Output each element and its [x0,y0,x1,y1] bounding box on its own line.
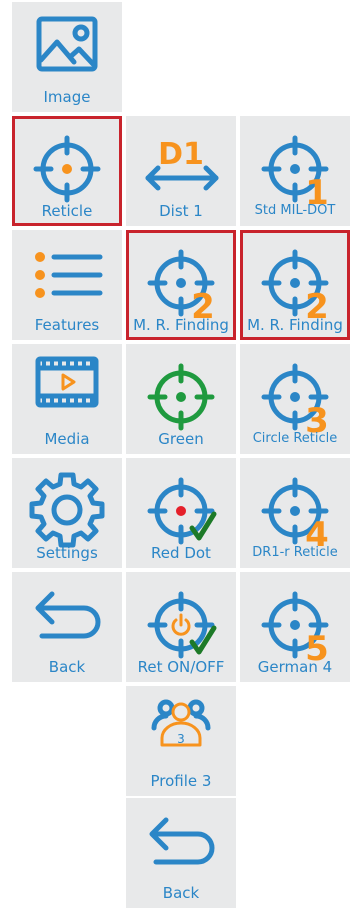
menu-item-label: Features [34,316,100,334]
menu-item-dr1r-reticle[interactable]: 4 DR1-r Reticle [240,458,350,568]
menu-item-image[interactable]: Image [12,2,122,112]
menu-item-settings[interactable]: Settings [12,458,122,568]
menu-item-label: Settings [36,544,98,562]
menu-item-features[interactable]: Features [12,230,122,340]
menu-item-reticle[interactable]: Reticle [12,116,122,226]
dist-badge: D1 [158,137,204,172]
menu-item-ret-onoff[interactable]: Ret ON/OFF [126,572,236,682]
menu-item-label: Image [43,88,91,106]
menu-item-profile3[interactable]: 3 Profile 3 [126,686,236,796]
menu-item-mr-finding[interactable]: 2 M. R. Finding [126,230,236,340]
menu-item-std-mildot[interactable]: 1 Std MIL-DOT [240,116,350,226]
menu-item-circle-reticle[interactable]: 3 Circle Reticle [240,344,350,454]
menu-item-dist1[interactable]: D1 Dist 1 [126,116,236,226]
menu-item-back[interactable]: Back [12,572,122,682]
menu-item-label: Green [158,430,204,448]
menu-item-label: DR1-r Reticle [252,545,338,560]
menu-item-label: Circle Reticle [252,431,338,446]
menu-item-label: Back [162,884,200,902]
menu-item-label: Red Dot [151,544,211,562]
menu-item-label: German 4 [257,658,333,676]
menu-item-green[interactable]: Green [126,344,236,454]
menu-item-back-2[interactable]: Back [126,798,236,908]
menu-item-label: Dist 1 [159,202,203,220]
menu-item-label: Media [44,430,90,448]
profile-number: 3 [177,732,185,746]
menu-item-mr-finding-2[interactable]: 2 M. R. Finding [240,230,350,340]
menu-item-german4[interactable]: 5 German 4 [240,572,350,682]
menu-item-media[interactable]: Media [12,344,122,454]
menu-item-label: M. R. Finding [133,316,229,334]
menu-item-red-dot[interactable]: Red Dot [126,458,236,568]
menu-item-label: Reticle [41,202,93,220]
menu-item-label: Profile 3 [150,772,212,790]
menu-item-label: M. R. Finding [247,316,343,334]
menu-item-label: Ret ON/OFF [137,658,225,676]
menu-item-label: Back [48,658,86,676]
menu-item-label: Std MIL-DOT [254,203,336,218]
